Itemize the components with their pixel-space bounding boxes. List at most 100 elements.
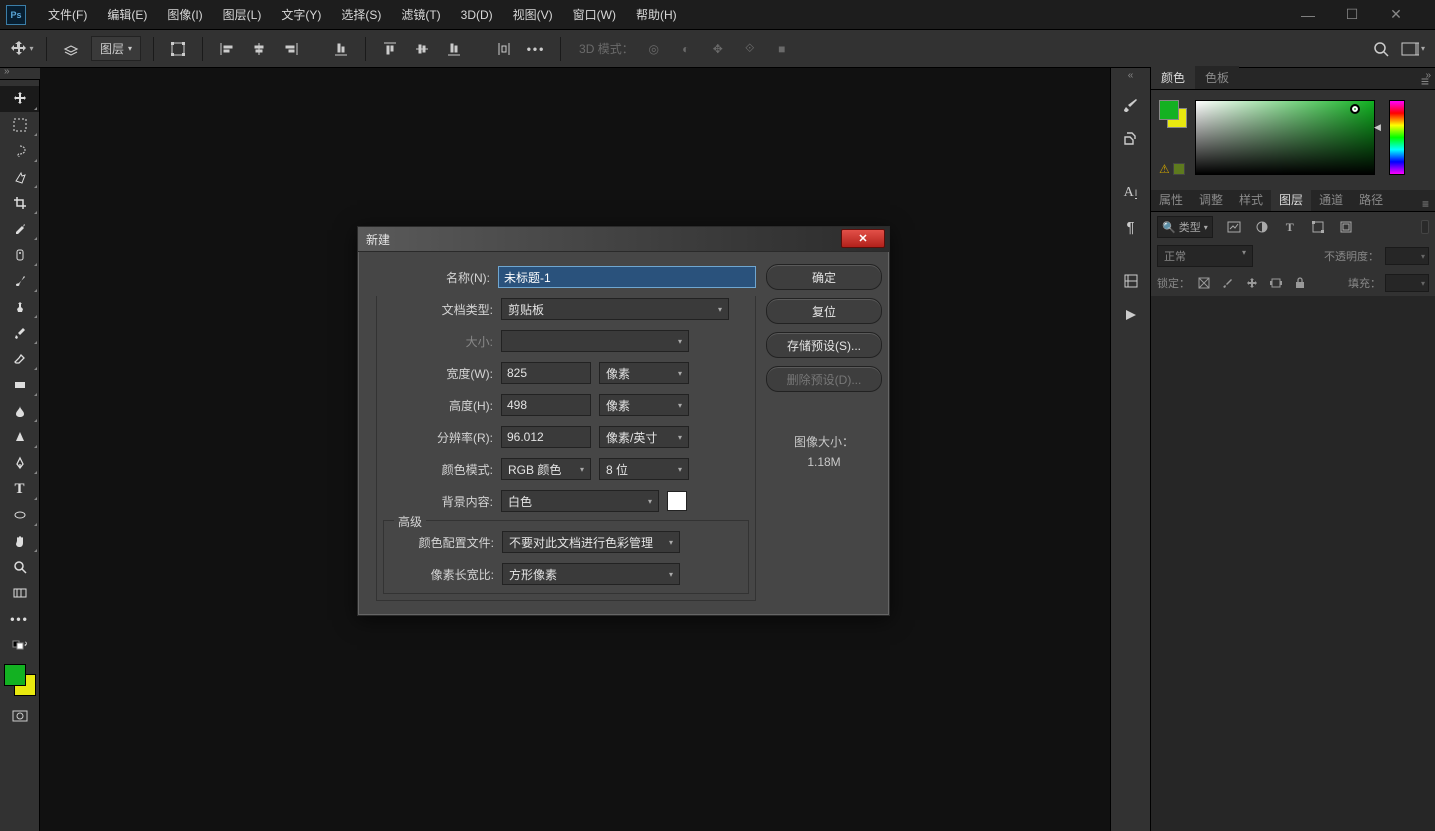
dodge-tool[interactable]: [0, 424, 39, 450]
actions-icon[interactable]: [1111, 298, 1150, 332]
more-tools[interactable]: •••: [0, 606, 39, 632]
gamut-swatch[interactable]: [1173, 163, 1185, 175]
menu-view[interactable]: 视图(V): [503, 0, 563, 29]
hue-strip[interactable]: [1389, 100, 1405, 175]
menu-filter[interactable]: 滤镜(T): [391, 0, 450, 29]
history-icon[interactable]: [1111, 264, 1150, 298]
eyedropper-tool[interactable]: [0, 216, 39, 242]
move-tool-icon[interactable]: ▾: [10, 37, 34, 61]
collapse-panels-icon[interactable]: »: [1425, 70, 1431, 81]
3d-roll-icon[interactable]: ◐: [674, 37, 698, 61]
layer-filter-dropdown[interactable]: 🔍 类型 ▾: [1157, 216, 1213, 238]
minimize-icon[interactable]: —: [1293, 5, 1323, 25]
lock-all-icon[interactable]: [1292, 275, 1308, 291]
path-select-tool[interactable]: [0, 502, 39, 528]
menu-edit[interactable]: 编辑(E): [97, 0, 157, 29]
tab-adjustments[interactable]: 调整: [1191, 188, 1231, 211]
colormode-dropdown[interactable]: RGB 颜色▾: [501, 458, 591, 480]
3d-pan-icon[interactable]: ✥: [706, 37, 730, 61]
marquee-tool[interactable]: [0, 112, 39, 138]
eraser-tool[interactable]: [0, 346, 39, 372]
3d-slide-icon[interactable]: ⟐: [738, 37, 762, 61]
align-bottom2-icon[interactable]: [442, 37, 466, 61]
clone-tool[interactable]: [0, 294, 39, 320]
menu-3d[interactable]: 3D(D): [451, 2, 503, 28]
fg-color-swatch[interactable]: [4, 664, 26, 686]
healing-tool[interactable]: [0, 242, 39, 268]
search-icon[interactable]: [1369, 37, 1393, 61]
color-fgbg[interactable]: [1159, 100, 1187, 128]
filter-toggle[interactable]: [1421, 220, 1429, 234]
bgcontent-dropdown[interactable]: 白色▾: [501, 490, 659, 512]
filter-type-icon[interactable]: T: [1281, 218, 1299, 236]
menu-select[interactable]: 选择(S): [331, 0, 391, 29]
align-left-icon[interactable]: [215, 37, 239, 61]
name-input[interactable]: [498, 266, 756, 288]
menu-file[interactable]: 文件(F): [38, 0, 97, 29]
brush-tool[interactable]: [0, 268, 39, 294]
blur-tool[interactable]: [0, 398, 39, 424]
color-field[interactable]: [1195, 100, 1375, 175]
bgcontent-swatch[interactable]: [667, 491, 687, 511]
crop-tool[interactable]: [0, 190, 39, 216]
lock-brush-icon[interactable]: [1220, 275, 1236, 291]
tab-swatches[interactable]: 色板: [1195, 66, 1239, 89]
fill-input[interactable]: ▾: [1385, 274, 1429, 292]
edit-toolbar[interactable]: [0, 580, 39, 606]
maximize-icon[interactable]: ☐: [1337, 5, 1367, 25]
dialog-titlebar[interactable]: 新建 ✕: [358, 227, 889, 252]
align-vcenter-icon[interactable]: [410, 37, 434, 61]
gradient-tool[interactable]: [0, 372, 39, 398]
3d-zoom-icon[interactable]: ■: [770, 37, 794, 61]
filter-shape-icon[interactable]: [1309, 218, 1327, 236]
show-transform-icon[interactable]: [166, 37, 190, 61]
menu-window[interactable]: 窗口(W): [563, 0, 626, 29]
dialog-close-button[interactable]: ✕: [841, 229, 885, 248]
brush-settings-icon[interactable]: [1111, 88, 1150, 122]
reset-button[interactable]: 复位: [766, 298, 882, 324]
filter-adjust-icon[interactable]: [1253, 218, 1271, 236]
distribute-icon[interactable]: [492, 37, 516, 61]
default-colors[interactable]: [0, 632, 39, 658]
blend-mode-dropdown[interactable]: 正常▾: [1157, 245, 1253, 267]
profile-dropdown[interactable]: 不要对此文档进行色彩管理▾: [502, 531, 680, 553]
filter-smart-icon[interactable]: [1337, 218, 1355, 236]
height-unit-dropdown[interactable]: 像素▾: [599, 394, 689, 416]
quick-select-tool[interactable]: [0, 164, 39, 190]
paragraph-icon[interactable]: ¶: [1111, 210, 1150, 244]
resolution-input[interactable]: [501, 426, 591, 448]
layer-list[interactable]: [1151, 296, 1435, 831]
3d-orbit-icon[interactable]: ◎: [642, 37, 666, 61]
align-right-icon[interactable]: [279, 37, 303, 61]
lasso-tool[interactable]: [0, 138, 39, 164]
doc-tab-collapse[interactable]: [0, 68, 40, 80]
menu-layer[interactable]: 图层(L): [213, 0, 272, 29]
menu-type[interactable]: 文字(Y): [271, 0, 331, 29]
lock-artboard-icon[interactable]: [1268, 275, 1284, 291]
width-unit-dropdown[interactable]: 像素▾: [599, 362, 689, 384]
gamut-warning-icon[interactable]: ⚠: [1159, 162, 1170, 176]
clone-source-icon[interactable]: [1111, 122, 1150, 156]
pen-tool[interactable]: [0, 450, 39, 476]
workspace-switcher-icon[interactable]: ▾: [1401, 37, 1425, 61]
opacity-input[interactable]: ▾: [1385, 247, 1429, 265]
size-dropdown[interactable]: ▾: [501, 330, 689, 352]
quickmask-icon[interactable]: [0, 704, 39, 728]
ok-button[interactable]: 确定: [766, 264, 882, 290]
more-align-icon[interactable]: •••: [524, 37, 548, 61]
save-preset-button[interactable]: 存储预设(S)...: [766, 332, 882, 358]
auto-select-dropdown[interactable]: 图层▾: [91, 36, 141, 61]
layers-panel-menu-icon[interactable]: ≡: [1422, 197, 1435, 211]
doctype-dropdown[interactable]: 剪贴板▾: [501, 298, 729, 320]
aspect-dropdown[interactable]: 方形像素▾: [502, 563, 680, 585]
close-icon[interactable]: ✕: [1381, 5, 1411, 25]
tab-channels[interactable]: 通道: [1311, 188, 1351, 211]
height-input[interactable]: [501, 394, 591, 416]
tab-styles[interactable]: 样式: [1231, 188, 1271, 211]
auto-select-layers-icon[interactable]: [59, 37, 83, 61]
character-icon[interactable]: AI: [1111, 176, 1150, 210]
filter-pixel-icon[interactable]: [1225, 218, 1243, 236]
move-tool[interactable]: [0, 86, 39, 112]
history-brush-tool[interactable]: [0, 320, 39, 346]
align-hcenter-icon[interactable]: [247, 37, 271, 61]
